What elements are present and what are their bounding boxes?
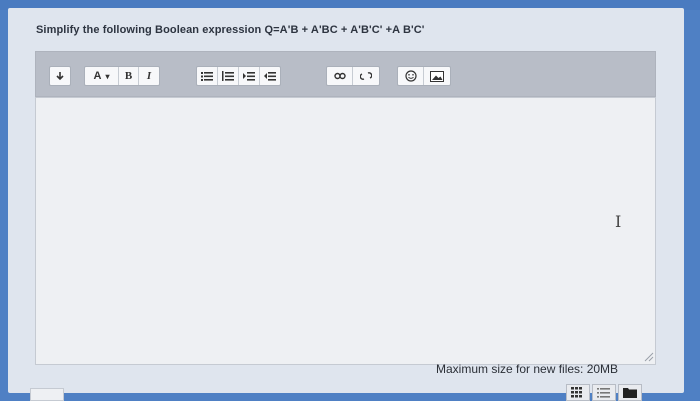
image-icon[interactable] — [424, 67, 450, 85]
link-icon-svg — [333, 72, 346, 80]
chevron-down-icon: ▾ — [105, 71, 110, 81]
bold-button[interactable]: B — [119, 67, 139, 85]
font-color-button[interactable]: A ▾ — [85, 67, 119, 85]
grid-view-icon-svg — [571, 387, 582, 398]
folder-icon-svg — [623, 388, 637, 398]
emoticon-icon-svg — [404, 70, 417, 82]
arrow-down-icon-svg — [56, 72, 64, 81]
unlink-icon[interactable] — [353, 67, 379, 85]
indent-icon[interactable] — [239, 67, 260, 85]
list-view-icon[interactable] — [592, 384, 616, 401]
outdent-icon[interactable] — [260, 67, 280, 85]
filepicker-area[interactable] — [30, 388, 64, 401]
question-text: Simplify the following Boolean expressio… — [36, 24, 425, 36]
font-color-label: A — [93, 70, 102, 82]
arrow-down-icon[interactable] — [50, 67, 70, 85]
rich-text-editor[interactable] — [35, 97, 656, 365]
bold-label: B — [124, 70, 133, 82]
resize-handle-icon[interactable] — [644, 352, 654, 362]
toolbar-group-lists — [196, 66, 281, 86]
toolbar-group-collapse — [49, 66, 71, 86]
link-icon[interactable] — [327, 67, 353, 85]
unordered-list-icon-svg — [201, 72, 213, 81]
italic-label: I — [146, 70, 152, 82]
toolbar-group-links — [326, 66, 380, 86]
italic-button[interactable]: I — [139, 67, 159, 85]
file-view-toggles — [566, 384, 646, 401]
ordered-list-icon-svg — [222, 71, 234, 81]
outdent-icon-svg — [264, 72, 276, 81]
list-view-icon-svg — [597, 388, 610, 398]
grid-view-icon[interactable] — [566, 384, 590, 401]
emoticon-icon[interactable] — [398, 67, 424, 85]
indent-icon-svg — [243, 72, 255, 81]
editor-toolbar: A ▾ B I — [35, 51, 656, 97]
folder-view-icon[interactable] — [618, 384, 642, 401]
max-file-size-text: Maximum size for new files: 20MB — [436, 362, 619, 376]
unordered-list-icon[interactable] — [197, 67, 218, 85]
ordered-list-icon[interactable] — [218, 67, 239, 85]
text-cursor-icon: I — [615, 212, 622, 231]
image-icon-svg — [430, 70, 444, 82]
unlink-icon-svg — [360, 72, 372, 80]
toolbar-group-media — [397, 66, 451, 86]
toolbar-group-format: A ▾ B I — [84, 66, 160, 86]
